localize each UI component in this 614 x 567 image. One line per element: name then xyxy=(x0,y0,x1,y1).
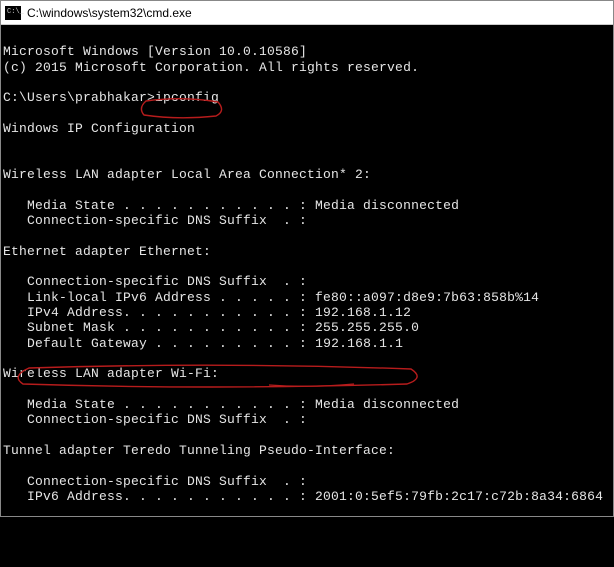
line: Connection-specific DNS Suffix . : xyxy=(3,274,307,289)
line: Media State . . . . . . . . . . . : Medi… xyxy=(3,198,459,213)
command-ipconfig: ipconfig xyxy=(155,90,219,105)
line: Connection-specific DNS Suffix . : xyxy=(3,213,307,228)
line: IPv6 Address. . . . . . . . . . . : 2001… xyxy=(3,489,603,504)
line: Connection-specific DNS Suffix . : xyxy=(3,474,307,489)
line: Ethernet adapter Ethernet: xyxy=(3,244,211,259)
line: Media State . . . . . . . . . . . : Medi… xyxy=(3,397,459,412)
line: Tunnel adapter Teredo Tunneling Pseudo-I… xyxy=(3,443,395,458)
annotation-ipconfig-circle xyxy=(138,67,228,150)
line-gateway-label: Default Gateway . . . . . . . . . : xyxy=(3,336,315,351)
cmd-icon xyxy=(5,6,21,20)
line: (c) 2015 Microsoft Corporation. All righ… xyxy=(3,60,419,75)
line: Subnet Mask . . . . . . . . . . . : 255.… xyxy=(3,320,419,335)
line: Microsoft Windows [Version 10.0.10586] xyxy=(3,44,307,59)
line: Windows IP Configuration xyxy=(3,121,195,136)
window-title: C:\windows\system32\cmd.exe xyxy=(27,6,192,20)
prompt: C:\Users\prabhakar> xyxy=(3,90,155,105)
line: Wireless LAN adapter Wi-Fi: xyxy=(3,366,219,381)
line: IPv4 Address. . . . . . . . . . . : 192.… xyxy=(3,305,411,320)
line: Wireless LAN adapter Local Area Connecti… xyxy=(3,167,371,182)
line: Link-local IPv6 Address . . . . . : fe80… xyxy=(3,290,539,305)
line-gateway-value: 192.168.1.1 xyxy=(315,336,403,351)
line: Connection-specific DNS Suffix . : xyxy=(3,412,307,427)
terminal-output[interactable]: Microsoft Windows [Version 10.0.10586] (… xyxy=(1,25,613,567)
window-title-bar[interactable]: C:\windows\system32\cmd.exe xyxy=(1,1,613,25)
